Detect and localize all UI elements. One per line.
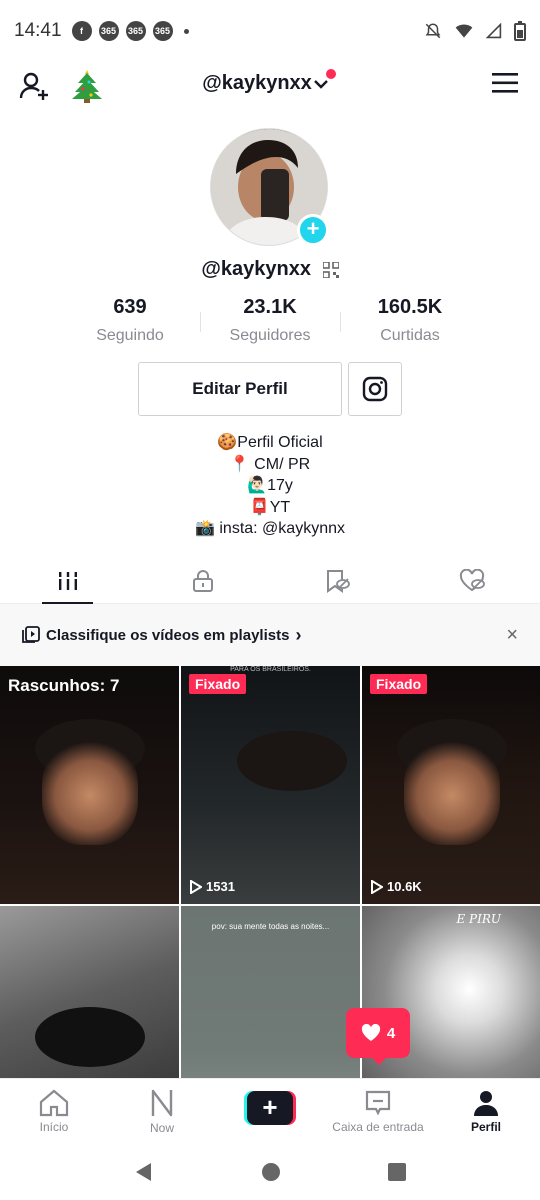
signal-icon bbox=[486, 22, 502, 39]
menu-icon[interactable] bbox=[492, 72, 518, 94]
thumbnail-art bbox=[403, 734, 500, 845]
bio-line: 📮YT bbox=[249, 498, 291, 516]
back-icon[interactable] bbox=[133, 1161, 155, 1183]
bottom-nav: Início Now + Caixa de entrada Perfil bbox=[0, 1078, 540, 1144]
nav-label: Caixa de entrada bbox=[332, 1120, 424, 1134]
account-switcher[interactable]: @kaykynxx bbox=[0, 69, 540, 95]
notification-dot bbox=[325, 69, 336, 79]
heart-icon bbox=[361, 1024, 380, 1041]
view-count: 10.6K bbox=[370, 879, 422, 894]
instagram-icon bbox=[362, 376, 388, 402]
header-handle: @kaykynxx bbox=[202, 72, 312, 94]
facebook-icon: f bbox=[71, 21, 92, 41]
playlist-icon bbox=[22, 626, 40, 643]
app-365-icon: 365 bbox=[152, 21, 173, 41]
instagram-button[interactable] bbox=[348, 362, 402, 416]
close-icon[interactable]: × bbox=[506, 624, 518, 647]
video-tile[interactable]: PARA OS BRASILEIROS. Fixado 1531 bbox=[181, 666, 360, 904]
like-notification-badge[interactable]: 4 bbox=[346, 1008, 410, 1065]
wifi-icon bbox=[455, 24, 473, 38]
now-icon bbox=[151, 1089, 173, 1117]
view-count-value: 10.6K bbox=[387, 879, 422, 894]
nav-label: Perfil bbox=[470, 1120, 501, 1134]
bio-line: 📍 CM/ PR bbox=[229, 455, 311, 473]
home-circle-icon[interactable] bbox=[260, 1161, 282, 1183]
nav-label: Now bbox=[149, 1121, 174, 1135]
app-365-icon: 365 bbox=[98, 21, 119, 41]
drafts-tile[interactable]: Rascunhos: 7 bbox=[0, 666, 179, 904]
profile-bio: 🍪Perfil Oficial 📍 CM/ PR 🙋🏻‍♂️17y 📮YT 📸 … bbox=[0, 432, 540, 540]
playlist-banner-text: Classifique os vídeos em playlists bbox=[46, 626, 290, 644]
thumbnail-art bbox=[34, 1006, 145, 1067]
lock-icon bbox=[192, 569, 213, 592]
battery-icon bbox=[514, 21, 526, 41]
tab-private[interactable] bbox=[135, 558, 270, 603]
home-icon bbox=[39, 1089, 69, 1117]
add-story-button[interactable]: + bbox=[297, 214, 329, 246]
app-365-icon: 365 bbox=[125, 21, 146, 41]
create-button[interactable]: + bbox=[244, 1090, 296, 1125]
view-count-value: 1531 bbox=[206, 879, 235, 894]
plus-icon: + bbox=[247, 1090, 293, 1125]
nav-now[interactable]: Now bbox=[108, 1079, 216, 1144]
profile-username: @kaykynxx bbox=[201, 258, 312, 280]
like-count: 4 bbox=[386, 1024, 396, 1042]
profile-tabs bbox=[0, 558, 540, 604]
playlist-banner[interactable]: Classifique os vídeos em playlists › × bbox=[0, 604, 540, 666]
stat-value: 160.5K bbox=[377, 296, 443, 318]
edit-profile-button[interactable]: Editar Perfil bbox=[138, 362, 342, 416]
more-notifications-dot bbox=[183, 28, 189, 34]
system-nav bbox=[0, 1144, 540, 1200]
recents-icon[interactable] bbox=[387, 1162, 407, 1182]
bookmark-hidden-icon bbox=[326, 569, 350, 593]
bio-line: 🍪Perfil Oficial bbox=[217, 434, 323, 451]
profile-username-row: @kaykynxx bbox=[0, 258, 540, 281]
tab-videos[interactable] bbox=[0, 558, 135, 604]
chevron-right-icon: › bbox=[295, 624, 302, 645]
stat-label: Curtidas bbox=[380, 327, 440, 344]
divider bbox=[340, 312, 341, 332]
play-icon bbox=[371, 879, 383, 894]
pinned-badge: Fixado bbox=[189, 674, 247, 694]
grid-icon bbox=[56, 571, 79, 590]
stat-likes[interactable]: 160.5K Curtidas bbox=[340, 296, 480, 345]
stat-followers[interactable]: 23.1K Seguidores bbox=[200, 296, 340, 345]
video-grid: Rascunhos: 7 PARA OS BRASILEIROS. Fixado… bbox=[0, 666, 540, 1144]
status-bar: 14:41 f 365 365 365 bbox=[0, 0, 540, 62]
video-caption: E PIRU bbox=[456, 912, 501, 926]
video-tile[interactable]: Fixado 10.6K bbox=[362, 666, 540, 904]
chevron-down-icon bbox=[313, 80, 328, 89]
nav-profile[interactable]: Perfil bbox=[432, 1079, 540, 1144]
view-count: 1531 bbox=[189, 879, 235, 894]
thumbnail-art bbox=[41, 734, 138, 845]
stat-value: 23.1K bbox=[243, 296, 297, 318]
stat-label: Seguidores bbox=[229, 327, 311, 344]
nav-home[interactable]: Início bbox=[0, 1079, 108, 1144]
tab-saved[interactable] bbox=[270, 558, 405, 603]
play-icon bbox=[190, 879, 202, 894]
inbox-icon bbox=[365, 1090, 391, 1116]
tab-liked[interactable] bbox=[405, 558, 540, 603]
nav-create[interactable]: + bbox=[216, 1079, 324, 1144]
divider bbox=[200, 312, 201, 332]
nav-label: Início bbox=[39, 1120, 69, 1134]
video-caption: PARA OS BRASILEIROS. bbox=[230, 666, 311, 673]
top-bar: @kaykynxx bbox=[0, 62, 540, 112]
profile-icon bbox=[474, 1091, 498, 1116]
heart-hidden-icon bbox=[459, 568, 485, 591]
stat-value: 639 bbox=[113, 296, 147, 318]
video-caption: pov: sua mente todas as noites... bbox=[211, 922, 330, 931]
profile-stats: 639 Seguindo 23.1K Seguidores 160.5K Cur… bbox=[60, 296, 480, 345]
status-time: 14:41 bbox=[14, 20, 62, 41]
pinned-badge: Fixado bbox=[370, 674, 428, 694]
bio-line: 📸 insta: @kaykynnx bbox=[195, 520, 345, 537]
qr-code-icon[interactable] bbox=[322, 261, 339, 278]
mute-icon bbox=[425, 23, 441, 39]
bio-line: 🙋🏻‍♂️17y bbox=[247, 477, 293, 494]
nav-inbox[interactable]: Caixa de entrada bbox=[324, 1079, 432, 1144]
thumbnail-art bbox=[236, 731, 347, 792]
drafts-label: Rascunhos: 7 bbox=[8, 676, 120, 695]
stat-following[interactable]: 639 Seguindo bbox=[60, 296, 200, 345]
stat-label: Seguindo bbox=[96, 327, 164, 344]
